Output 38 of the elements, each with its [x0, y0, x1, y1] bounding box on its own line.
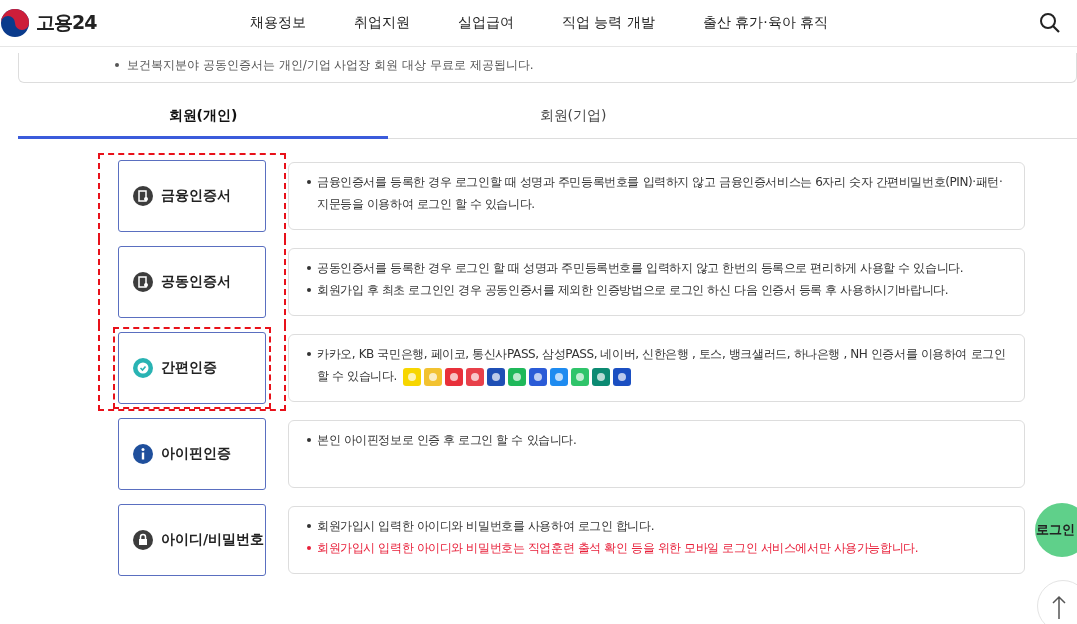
- warning-text: 회원가입시 입력한 아이디와 비밀번호는 직업훈련 출석 확인 등을 위한 모바일 로그인 서비스에서만 사용가능합니다.: [317, 540, 919, 557]
- tab[interactable]: 회원(개인): [18, 97, 388, 139]
- bullet-icon: [307, 352, 311, 356]
- login-button[interactable]: 로그인: [1035, 503, 1077, 557]
- certificate-icon: [133, 272, 153, 292]
- auth-method-button[interactable]: 간편인증: [118, 332, 266, 404]
- auth-method-button[interactable]: 공동인증서: [118, 246, 266, 318]
- description-text: 카카오, KB 국민은행, 페이코, 통신사PASS, 삼성PASS, 네이버, 신한은행 , 토스, 뱅크샐러드, 하나은행 , NH 인증서를 이용하여 로그인 할 수 있습니다.: [317, 343, 1012, 387]
- bullet-icon: [307, 180, 311, 184]
- bullet-icon: [307, 524, 311, 528]
- nav-link[interactable]: 실업급여: [434, 14, 538, 32]
- logo-icon[interactable]: [0, 8, 30, 38]
- bullet-icon: [307, 266, 311, 270]
- bullet-icon: [307, 546, 311, 550]
- check-icon: [133, 358, 153, 378]
- auth-method-button[interactable]: 아이핀인증: [118, 418, 266, 490]
- nav-link[interactable]: 출산 휴가·육아 휴직: [678, 14, 853, 32]
- certificate-icon: [133, 186, 153, 206]
- bullet-icon: [307, 438, 311, 442]
- bullet-icon: [307, 288, 311, 292]
- description-text: 회원가입시 입력한 아이디와 비밀번호를 사용하여 로그인 합니다.: [317, 518, 655, 535]
- description-text: 본인 아이핀정보로 인증 후 로그인 할 수 있습니다.: [317, 432, 577, 449]
- info-icon: [133, 444, 153, 464]
- description-text: 공동인증서를 등록한 경우 로그인 할 때 성명과 주민등록번호를 입력하지 않고 한번의 등록으로 편리하게 사용할 수 있습니다.: [317, 260, 964, 277]
- lock-icon: [133, 530, 153, 550]
- nav-link[interactable]: 직업 능력 개발: [538, 14, 679, 32]
- nav-link[interactable]: 채용정보: [250, 14, 330, 32]
- description-text: 금융인증서를 등록한 경우 로그인할 때 성명과 주민등록번호를 입력하지 않고 금융인증서비스는 6자리 숫자 간편비밀번호(PIN)·패턴·지문등을 이용하여 로그인 할 수 있습니다.: [317, 174, 1004, 213]
- nav-link[interactable]: 취업지원: [330, 14, 434, 32]
- search-icon[interactable]: [1039, 12, 1061, 34]
- tab[interactable]: 회원(기업): [388, 97, 758, 139]
- auth-method-button[interactable]: 아이디/비밀번호: [118, 504, 266, 576]
- auth-method-button[interactable]: 금융인증서: [118, 160, 266, 232]
- bullet-icon: [115, 62, 119, 67]
- notice-text: 보건복지분야 공동인증서는 개인/기업 사업장 회원 대상 무료로 제공됩니다.: [127, 58, 534, 72]
- up-arrow-icon: [1052, 595, 1066, 619]
- description-text: 회원가입 후 최초 로그인인 경우 공동인증서를 제외한 인증방법으로 로그인 하신 다음 인증서 등록 후 사용하시기바랍니다.: [317, 282, 949, 299]
- logo-text[interactable]: 고용24: [36, 10, 97, 36]
